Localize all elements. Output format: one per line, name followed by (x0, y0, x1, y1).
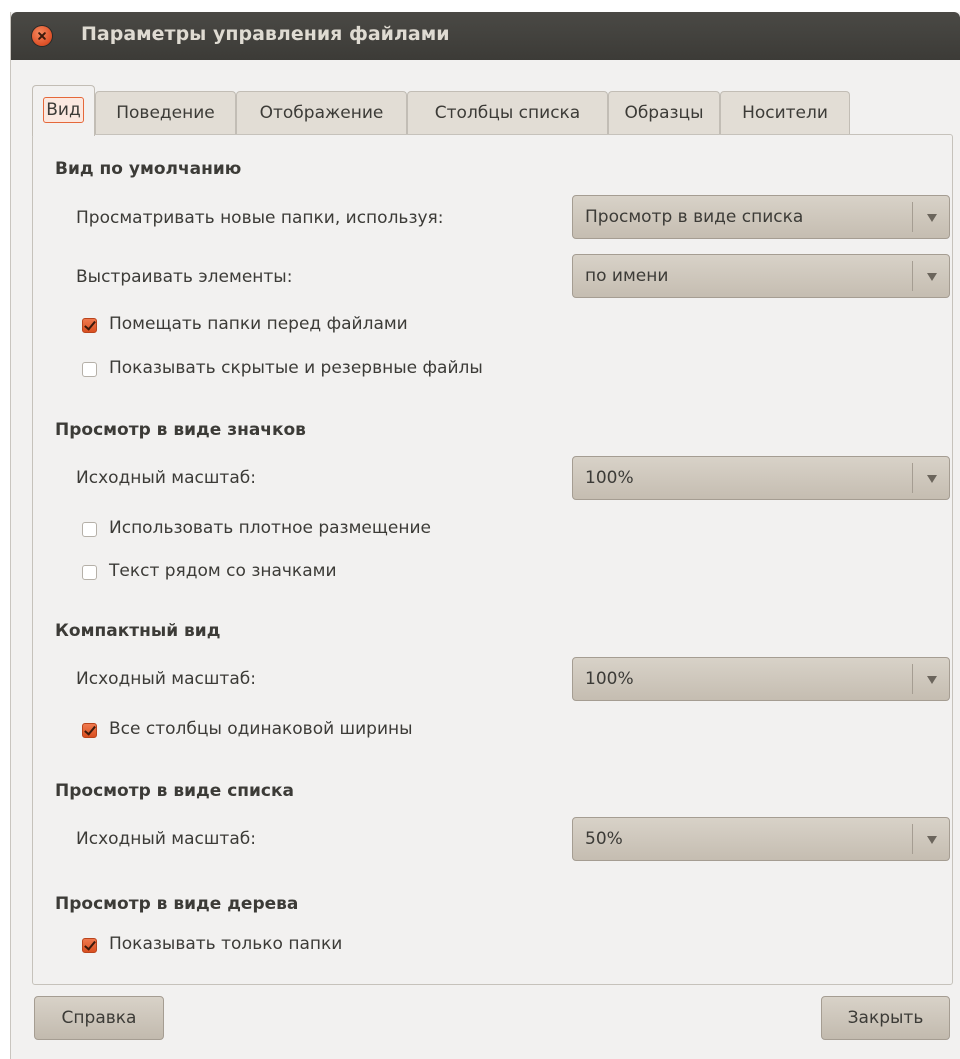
folders-first-checkbox[interactable] (82, 318, 97, 333)
tab-view-label: Вид (43, 97, 84, 123)
dropdown-separator (912, 261, 913, 291)
list-view-zoom-dropdown[interactable]: 50% (572, 817, 950, 861)
section-compact-view-title: Компактный вид (55, 621, 221, 641)
tab-media-label: Носители (742, 103, 828, 123)
chevron-down-icon (927, 214, 937, 222)
chevron-down-icon (927, 475, 937, 483)
tab-display-label: Отображение (259, 103, 384, 123)
show-hidden-label: Показывать скрытые и резервные файлы (109, 358, 483, 378)
arrange-items-dropdown[interactable]: по имени (572, 254, 950, 298)
compact-view-zoom-dropdown[interactable]: 100% (572, 657, 950, 701)
icon-view-zoom-label: Исходный масштаб: (76, 468, 256, 488)
section-default-view-title: Вид по умолчанию (55, 159, 242, 179)
chevron-down-icon (927, 676, 937, 684)
compact-view-zoom-label: Исходный масштаб: (76, 669, 256, 689)
arrange-items-value: по имени (585, 266, 669, 286)
icon-view-zoom-value: 100% (585, 468, 634, 488)
section-tree-view-title: Просмотр в виде дерева (55, 894, 299, 914)
dropdown-separator (912, 463, 913, 493)
dropdown-separator (912, 202, 913, 232)
dropdown-separator (912, 824, 913, 854)
help-button[interactable]: Справка (34, 996, 164, 1040)
close-window-icon[interactable] (32, 26, 52, 46)
tab-preview-label: Образцы (624, 103, 704, 123)
chevron-down-icon (927, 273, 937, 281)
tab-preview[interactable]: Образцы (608, 91, 720, 134)
compact-layout-label: Использовать плотное размещение (109, 518, 431, 538)
dropdown-separator (912, 664, 913, 694)
show-hidden-checkbox[interactable] (82, 362, 97, 377)
folders-first-label: Помещать папки перед файлами (109, 314, 408, 334)
new-folders-label: Просматривать новые папки, используя: (76, 208, 444, 228)
tab-behavior[interactable]: Поведение (95, 91, 236, 134)
preferences-window: Параметры управления файлами Вид Поведен… (10, 12, 960, 1059)
list-view-zoom-value: 50% (585, 829, 623, 849)
list-view-zoom-label: Исходный масштаб: (76, 829, 256, 849)
tab-list-columns-label: Столбцы списка (434, 103, 581, 123)
only-folders-checkbox[interactable] (82, 938, 97, 953)
section-list-view-title: Просмотр в виде списка (55, 781, 295, 801)
tab-list-columns[interactable]: Столбцы списка (407, 91, 608, 134)
titlebar: Параметры управления файлами (11, 12, 960, 60)
text-beside-icons-label: Текст рядом со значками (109, 561, 337, 581)
icon-view-zoom-dropdown[interactable]: 100% (572, 456, 950, 500)
arrange-items-label: Выстраивать элементы: (76, 267, 293, 287)
same-width-columns-checkbox[interactable] (82, 723, 97, 738)
new-folders-view-dropdown[interactable]: Просмотр в виде списка (572, 195, 950, 239)
text-beside-icons-checkbox[interactable] (82, 565, 97, 580)
window-title: Параметры управления файлами (81, 23, 450, 45)
tab-display[interactable]: Отображение (236, 91, 407, 134)
close-button[interactable]: Закрыть (821, 996, 950, 1040)
only-folders-label: Показывать только папки (109, 934, 343, 954)
new-folders-view-value: Просмотр в виде списка (585, 207, 804, 227)
tab-behavior-label: Поведение (116, 103, 215, 123)
same-width-columns-label: Все столбцы одинаковой ширины (109, 719, 413, 739)
tab-view[interactable]: Вид (32, 85, 95, 136)
tab-panel-view: Вид по умолчанию Просматривать новые пап… (32, 134, 953, 985)
compact-view-zoom-value: 100% (585, 669, 634, 689)
section-icon-view-title: Просмотр в виде значков (55, 420, 306, 440)
chevron-down-icon (927, 836, 937, 844)
tab-media[interactable]: Носители (720, 91, 850, 134)
compact-layout-checkbox[interactable] (82, 522, 97, 537)
